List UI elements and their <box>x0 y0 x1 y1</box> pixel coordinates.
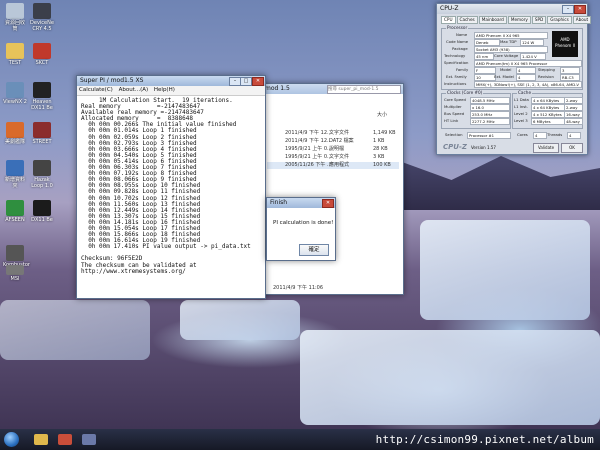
desktop-icon-recycle-bin[interactable]: 資源回收筒 <box>3 3 27 32</box>
desktop-icon-hazak[interactable]: Hazak Loop 1.0 <box>30 160 54 189</box>
app-icon <box>33 82 51 98</box>
taskbar-explorer-icon[interactable] <box>34 434 48 445</box>
cpuz-window[interactable]: CPU-Z – ✕ CPU Caches Mainboard Memory SPD Gra… <box>436 3 592 155</box>
explorer-path: mod 1.5 <box>265 85 290 92</box>
recycle-bin-icon <box>6 3 24 19</box>
cpuz-tabs: CPU Caches Mainboard Memory SPD Graphics About <box>441 16 592 24</box>
superpi-menu: Calculate(C) About...(A) Help(H) <box>77 86 265 96</box>
tab-memory[interactable]: Memory <box>507 16 531 24</box>
desktop-icon-fleet[interactable]: 美劇艦隊 <box>3 122 27 145</box>
clocks-group: Clocks (Core #0) Core Speed 4048.5 MHz M… <box>441 90 511 129</box>
app-icon <box>6 200 24 216</box>
table-row[interactable]: 2011/4/9 下午 12... DAT2 檔案 1 KB <box>267 138 399 145</box>
watermark-url: http://csimon99.pixnet.net/album <box>375 433 594 446</box>
log-line: http://www.xtremesystems.org/ <box>81 267 186 275</box>
wallpaper-ice <box>300 330 600 425</box>
name-value: AMD Phenom II X4 965 <box>474 32 548 39</box>
ok-button[interactable]: OK <box>561 143 583 153</box>
cpuz-title: CPU-Z <box>440 5 459 12</box>
ok-button[interactable]: 確定 <box>299 244 329 256</box>
taskbar-app-icon[interactable] <box>58 434 72 445</box>
explorer-status: 2011/4/9 下午 11:06 <box>273 285 324 291</box>
menu-calculate[interactable]: Calculate(C) <box>79 87 113 93</box>
cpuz-version: Version 1.57 <box>471 145 496 150</box>
cpuz-titlebar[interactable]: CPU-Z – ✕ <box>437 4 587 14</box>
cache-group: Cache L1 Data 4 x 64 KBytes 2-way L1 Ins… <box>512 90 583 129</box>
validate-button[interactable]: Validate <box>533 143 559 153</box>
desktop-icon-dx11[interactable]: DX11 Be <box>30 200 54 223</box>
desktop-icon-new-folder[interactable]: 新增資料夾 <box>3 160 27 189</box>
log-line: 0h 00m 17.410s PI value output -> pi_dat… <box>81 243 251 251</box>
start-button[interactable] <box>4 432 19 447</box>
maximize-button[interactable]: □ <box>240 77 252 86</box>
desktop-icon-afseen[interactable]: AFSEEN <box>3 200 27 223</box>
wallpaper-ice <box>0 300 150 360</box>
superpi-log: 1M Calculation Start. 19 iterations. Real… <box>77 96 265 277</box>
app-icon <box>6 122 24 138</box>
explorer-search[interactable]: 搜尋 super_pi_mod-1.5 <box>327 85 401 94</box>
processor-group: Processor Name AMD Phenom II X4 965 Code… <box>441 25 583 90</box>
app-icon <box>33 200 51 216</box>
explorer-titlebar[interactable]: mod 1.5 搜尋 super_pi_mod-1.5 <box>259 84 403 94</box>
table-row[interactable]: 2005/11/26 下午 ... 應用程式 100 KB <box>267 162 399 169</box>
finish-title: Finish <box>270 199 288 206</box>
finish-message: PI calculation is done! <box>273 220 334 226</box>
desktop-icon-viewnx[interactable]: ViewNX 2 <box>3 82 27 105</box>
app-icon <box>6 245 24 261</box>
app-icon <box>33 160 51 176</box>
tab-caches[interactable]: Caches <box>456 16 478 24</box>
taskbar-app-icon[interactable] <box>82 434 96 445</box>
wallpaper-ice <box>420 220 590 320</box>
cpuz-logo: CPU-Z <box>443 143 467 151</box>
app-icon <box>6 82 24 98</box>
desktop-icon-msi[interactable]: MSI <box>3 265 27 282</box>
menu-help[interactable]: Help(H) <box>154 87 175 93</box>
desktop-icon-test[interactable]: TEST <box>3 43 27 66</box>
superpi-title: Super PI / mod1.5 XS <box>80 77 144 84</box>
desktop-icon-heaven[interactable]: Heaven DX11 Be <box>30 82 54 111</box>
app-icon <box>33 3 51 19</box>
desktop-icon-street[interactable]: STREET <box>30 122 54 145</box>
explorer-header: 大小 <box>267 112 399 119</box>
explorer-window[interactable]: mod 1.5 搜尋 super_pi_mod-1.5 大小 2011/4/9 … <box>258 83 404 295</box>
tab-spd[interactable]: SPD <box>531 16 547 24</box>
close-button[interactable]: ✕ <box>574 5 586 14</box>
menu-about[interactable]: About...(A) <box>119 87 149 93</box>
amd-logo: AMD Phenom II <box>552 31 578 57</box>
folder-icon <box>6 43 24 59</box>
minimize-button[interactable]: – <box>562 5 574 14</box>
finish-titlebar[interactable]: Finish ✕ <box>267 198 335 208</box>
app-icon <box>33 43 51 59</box>
finish-dialog[interactable]: Finish ✕ PI calculation is done! 確定 <box>266 197 336 261</box>
desktop-icon-skct[interactable]: SKCT <box>30 43 54 66</box>
superpi-titlebar[interactable]: Super PI / mod1.5 XS – □ ✕ <box>77 76 265 86</box>
app-icon <box>33 122 51 138</box>
explorer-file-list: 大小 2011/4/9 下午 12... 文字文件 1,149 KB 2011/4/… <box>259 94 403 294</box>
table-row[interactable]: 2011/4/9 下午 12... 文字文件 1,149 KB <box>267 130 399 137</box>
table-row[interactable]: 1995/9/21 上午 0... 說明檔 28 KB <box>267 146 399 153</box>
tab-graphics[interactable]: Graphics <box>547 16 572 24</box>
superpi-window[interactable]: Super PI / mod1.5 XS – □ ✕ Calculate(C) … <box>76 75 266 299</box>
processor-select[interactable]: Processor #1 <box>467 132 511 139</box>
folder-icon <box>6 160 24 176</box>
close-button[interactable]: ✕ <box>252 77 264 86</box>
tab-cpu[interactable]: CPU <box>441 16 456 24</box>
table-row[interactable]: 1995/9/21 上午 0... 文字文件 3 KB <box>267 154 399 161</box>
close-button[interactable]: ✕ <box>322 199 334 208</box>
tab-mainboard[interactable]: Mainboard <box>478 16 507 24</box>
wallpaper-ice <box>180 300 300 340</box>
app-icon <box>6 265 24 275</box>
column-size[interactable]: 大小 <box>377 112 387 119</box>
tab-about[interactable]: About <box>572 16 592 24</box>
desktop-icon-device[interactable]: DeviceNe CRY 4.5 <box>30 3 54 32</box>
